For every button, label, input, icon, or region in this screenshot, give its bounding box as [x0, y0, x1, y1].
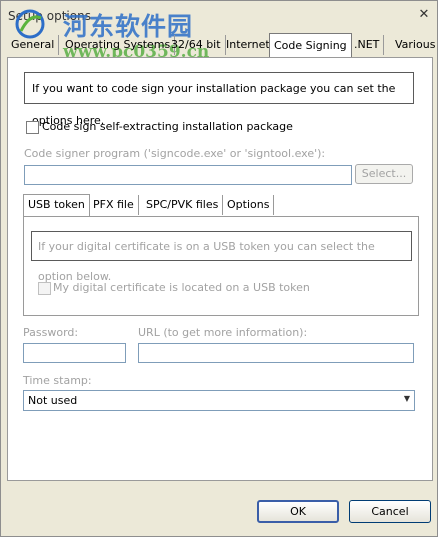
signer-program-input[interactable] [24, 165, 352, 185]
tab-dotnet[interactable]: .NET [350, 35, 385, 55]
setup-options-dialog: Setup options ✕ 河东软件园 www.pc0359.cn Gene… [0, 0, 438, 537]
tab-general[interactable]: General [7, 35, 60, 55]
usb-token-label: My digital certificate is located on a U… [53, 281, 310, 294]
tab-internet[interactable]: Internet [222, 35, 275, 55]
tab-usb-token[interactable]: USB token [23, 194, 90, 216]
select-button[interactable]: Select... [355, 164, 413, 184]
signer-program-label: Code signer program ('signcode.exe' or '… [24, 147, 326, 160]
tab-pfx-file[interactable]: PFX file [89, 195, 139, 215]
code-signing-info: If you want to code sign your installati… [24, 72, 414, 127]
self-extract-checkbox[interactable] [26, 121, 39, 134]
dropdown-arrow-icon: ▼ [403, 394, 410, 403]
cancel-button[interactable]: Cancel [349, 500, 431, 523]
usb-token-info: If your digital certificate is on a USB … [31, 231, 412, 283]
timestamp-value: Not used [28, 394, 78, 407]
tab-various[interactable]: Various [391, 35, 438, 55]
password-label: Password: [23, 326, 79, 339]
ok-button[interactable]: OK [257, 500, 339, 523]
usb-token-panel: If your digital certificate is on a USB … [23, 216, 419, 316]
self-extract-label: Code sign self-extracting installation p… [42, 120, 293, 133]
tab-options[interactable]: Options [223, 195, 275, 215]
tab-operating-systems[interactable]: Operating Systems [61, 35, 176, 55]
usb-token-checkbox[interactable] [38, 282, 51, 295]
tab-32-64-bit[interactable]: 32/64 bit [167, 35, 226, 55]
timestamp-label: Time stamp: [23, 374, 92, 387]
timestamp-dropdown[interactable]: Not used ▼ [23, 390, 415, 411]
password-input[interactable] [23, 343, 126, 363]
url-input[interactable] [138, 343, 414, 363]
tab-code-signing[interactable]: Code Signing [269, 33, 352, 57]
url-label: URL (to get more information): [138, 326, 308, 339]
tab-spc-pvk-files[interactable]: SPC/PVK files [142, 195, 224, 215]
close-button[interactable]: ✕ [417, 8, 431, 22]
